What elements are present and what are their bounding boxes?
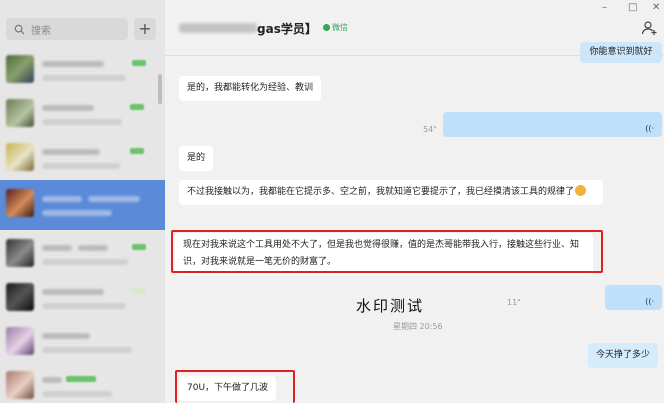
blurred-name — [179, 23, 257, 33]
voice-duration: 54" — [423, 125, 437, 134]
contact-item[interactable] — [0, 364, 165, 403]
contact-item[interactable] — [0, 136, 165, 180]
avatar — [6, 55, 34, 83]
emoji-icon — [575, 185, 587, 196]
wechat-tag-label: 微信 — [332, 23, 348, 32]
message-bubble-incoming[interactable]: 是的，我都能转化为经验、教训 — [179, 76, 322, 101]
chat-pane: gas学员】 微信 – □ ✕ 你能意识到就好 是的，我都能转化为经验、教训 5… — [165, 0, 664, 403]
avatar — [6, 189, 34, 217]
contact-item[interactable] — [0, 276, 165, 320]
minimize-button[interactable]: – — [602, 2, 607, 13]
avatar — [6, 239, 34, 267]
contact-item[interactable] — [0, 48, 165, 92]
contact-item[interactable] — [0, 232, 165, 276]
message-timestamp: 星期四 20:56 — [393, 322, 443, 331]
avatar — [6, 99, 34, 127]
message-text: 不过我接触以为，我都能在它提示多、空之前，我就知道它要提示了，我已经摸清该工具的… — [187, 187, 575, 197]
maximize-button[interactable]: □ — [628, 2, 637, 13]
watermark-text: 水印测试 — [356, 297, 425, 315]
avatar — [6, 283, 34, 311]
add-chat-button[interactable]: + — [134, 18, 156, 40]
contact-item[interactable] — [0, 92, 165, 136]
chat-list-sidebar: 搜索 + — [0, 0, 165, 403]
voice-message-bubble[interactable]: ((· — [605, 285, 662, 310]
highlight-box — [175, 370, 295, 403]
close-button[interactable]: ✕ — [652, 2, 660, 13]
message-bubble-outgoing[interactable]: 你能意识到就好 — [580, 42, 662, 63]
search-placeholder: 搜索 — [31, 25, 51, 37]
avatar — [6, 327, 34, 355]
message-bubble-incoming[interactable]: 是的 — [179, 146, 214, 171]
contact-item[interactable] — [0, 320, 165, 364]
message-bubble-incoming[interactable]: 不过我接触以为，我都能在它提示多、空之前，我就知道它要提示了，我已经摸清该工具的… — [179, 180, 603, 205]
wechat-tag: 微信 — [323, 22, 348, 33]
search-input[interactable]: 搜索 — [6, 18, 128, 40]
voice-wave-icon: ((· — [645, 297, 654, 306]
avatar — [6, 371, 34, 399]
avatar — [6, 143, 34, 171]
add-member-icon[interactable] — [641, 20, 657, 36]
voice-wave-icon: ((· — [645, 124, 654, 133]
contact-item-active[interactable] — [0, 180, 165, 230]
wechat-icon — [323, 24, 330, 31]
voice-duration: 11" — [507, 298, 521, 307]
search-icon — [14, 24, 25, 34]
voice-message-bubble[interactable]: ((· — [443, 112, 662, 137]
chat-title: gas学员】 — [257, 22, 317, 36]
highlight-box — [171, 230, 603, 273]
message-bubble-outgoing[interactable]: 今天挣了多少 — [588, 343, 659, 368]
